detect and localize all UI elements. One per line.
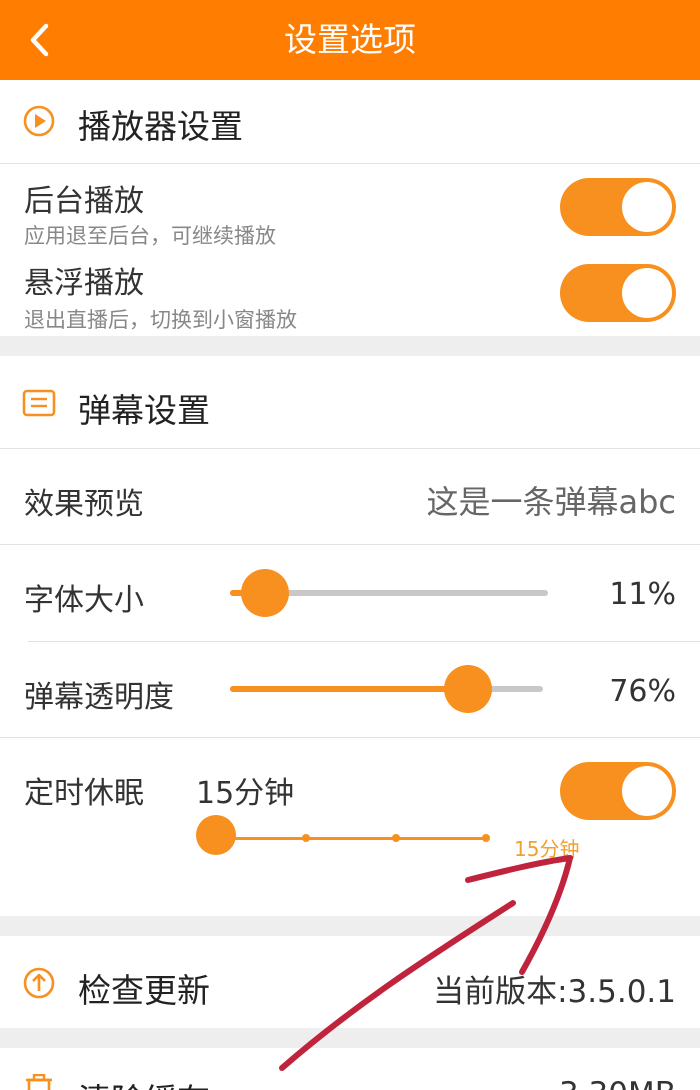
timer-thumb[interactable] [196, 815, 236, 855]
timer-step-dot[interactable] [302, 834, 310, 842]
timer-track [216, 837, 488, 840]
timer-marker-label: 15分钟 [514, 837, 580, 861]
top-bar: 设置选项 [0, 0, 700, 80]
section-gap [0, 1028, 700, 1048]
setting-preview: 效果预览 这是一条弹幕abc [0, 449, 700, 544]
font-size-label: 字体大小 [24, 583, 144, 618]
sleep-timer-value: 15分钟 [196, 776, 295, 811]
cache-size-value: 3.30MB [559, 1076, 676, 1090]
section-gap [0, 916, 700, 936]
preview-text: 这是一条弹幕abc [426, 483, 676, 521]
section-gap [0, 336, 700, 356]
font-size-value: 11% [609, 577, 676, 612]
setting-title: 后台播放 [24, 184, 144, 219]
timer-step-dot[interactable] [482, 834, 490, 842]
arrow-up-circle-icon [23, 967, 55, 999]
setting-title: 悬浮播放 [24, 266, 144, 301]
page-title: 设置选项 [284, 20, 416, 59]
opacity-label: 弹幕透明度 [24, 680, 174, 715]
setting-font-size: 字体大小 11% [0, 545, 700, 641]
timer-step-dot[interactable] [392, 834, 400, 842]
slider-thumb[interactable] [443, 665, 492, 713]
play-circle-icon [23, 105, 55, 137]
background-play-toggle[interactable] [560, 178, 676, 236]
sleep-timer-toggle[interactable] [560, 762, 676, 820]
sleep-timer-label: 定时休眠 [24, 776, 144, 811]
check-update-row[interactable]: 检查更新 当前版本:3.5.0.1 [0, 936, 700, 1028]
section-title-player: 播放器设置 [78, 107, 243, 146]
section-title-danmaku: 弹幕设置 [78, 391, 210, 430]
preview-label: 效果预览 [24, 487, 144, 522]
setting-opacity: 弹幕透明度 76% [0, 642, 700, 737]
slider-fill [230, 686, 468, 692]
setting-floating-play: 悬浮播放 退出直播后，切换到小窗播放 [0, 250, 700, 336]
floating-play-toggle[interactable] [560, 264, 676, 322]
player-settings-header: 播放器设置 [0, 80, 700, 164]
clear-cache-label: 清除缓存 [78, 1074, 210, 1090]
setting-sleep-timer: 定时休眠 15分钟 15分钟 [0, 738, 700, 916]
check-update-label: 检查更新 [78, 971, 210, 1010]
danmaku-settings-header: 弹幕设置 [0, 356, 700, 448]
setting-subtitle: 应用退至后台，可继续播放 [24, 224, 276, 248]
trash-icon [26, 1074, 52, 1090]
setting-subtitle: 退出直播后，切换到小窗播放 [24, 308, 297, 332]
toggle-knob [622, 182, 672, 232]
opacity-value: 76% [609, 674, 676, 709]
toggle-knob [622, 766, 672, 816]
slider-thumb[interactable] [240, 569, 289, 617]
setting-background-play: 后台播放 应用退至后台，可继续播放 [0, 164, 700, 250]
clear-cache-row[interactable]: 清除缓存 3.30MB [0, 1048, 700, 1090]
version-value: 当前版本:3.5.0.1 [433, 974, 676, 1010]
message-lines-icon [22, 389, 56, 417]
toggle-knob [622, 268, 672, 318]
